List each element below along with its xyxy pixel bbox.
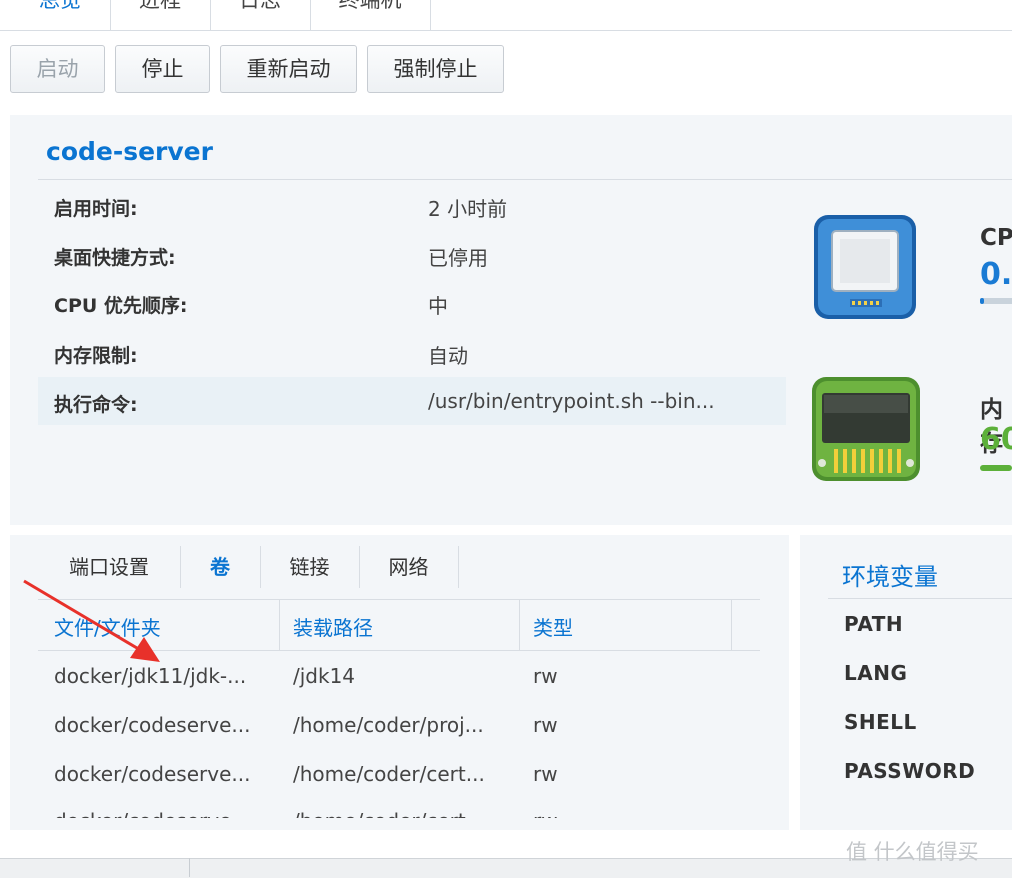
tab-network[interactable]: 网络 bbox=[359, 546, 459, 588]
cpu-value: 0. bbox=[980, 257, 1012, 292]
detail-value-command: /usr/bin/entrypoint.sh --bin... bbox=[428, 389, 715, 413]
env-var-lang[interactable]: LANG bbox=[844, 661, 907, 685]
tab-processes[interactable]: 进程 bbox=[110, 0, 211, 30]
tab-terminal[interactable]: 终端机 bbox=[310, 0, 431, 30]
memory-usage-bar bbox=[980, 465, 1012, 471]
table-cell-mount-path[interactable]: /home/coder/cert... bbox=[293, 762, 485, 786]
stop-button[interactable]: 停止 bbox=[115, 45, 210, 93]
divider bbox=[828, 598, 1012, 599]
force-stop-button[interactable]: 强制停止 bbox=[367, 45, 504, 93]
detail-value-shortcut: 已停用 bbox=[428, 246, 488, 270]
tab-overview[interactable]: 总览 bbox=[10, 0, 111, 30]
table-cell-type[interactable]: rw bbox=[533, 762, 558, 786]
table-cell-file[interactable]: docker/codeserve... bbox=[54, 713, 250, 737]
env-var-shell[interactable]: SHELL bbox=[844, 710, 917, 734]
env-var-path[interactable]: PATH bbox=[844, 612, 903, 636]
table-cell-mount-path[interactable]: /home/coder/cert... bbox=[293, 809, 485, 818]
table-cell-file[interactable]: docker/codeserve... bbox=[54, 762, 250, 786]
table-cell-type[interactable]: rw bbox=[533, 809, 558, 818]
column-divider bbox=[279, 600, 280, 650]
table-cell-file[interactable]: docker/codeserve... bbox=[54, 809, 250, 818]
divider bbox=[189, 858, 190, 877]
detail-label-cpu-priority: CPU 优先顺序: bbox=[54, 295, 188, 317]
annotation-arrow bbox=[23, 579, 160, 662]
memory-icon bbox=[812, 377, 920, 481]
cpu-usage-bar bbox=[980, 298, 1012, 304]
column-divider bbox=[519, 600, 520, 650]
cpu-icon bbox=[814, 215, 916, 319]
container-name: code-server bbox=[46, 137, 213, 166]
cpu-label: CP bbox=[980, 225, 1012, 251]
volume-table-body: docker/jdk11/jdk-... /jdk14 rw docker/co… bbox=[38, 652, 760, 818]
column-divider bbox=[731, 600, 732, 650]
detail-label-uptime: 启用时间: bbox=[54, 198, 138, 220]
column-header-mount-path[interactable]: 装载路径 bbox=[293, 612, 373, 641]
watermark-logo: 值 什么值得买 bbox=[846, 840, 979, 864]
memory-value: 60 bbox=[980, 422, 1012, 457]
tab-links[interactable]: 链接 bbox=[260, 546, 360, 588]
table-cell-type[interactable]: rw bbox=[533, 664, 558, 688]
table-cell-type[interactable]: rw bbox=[533, 713, 558, 737]
detail-label-shortcut: 桌面快捷方式: bbox=[54, 247, 176, 269]
restart-button[interactable]: 重新启动 bbox=[220, 45, 357, 93]
table-cell-mount-path[interactable]: /jdk14 bbox=[293, 664, 355, 688]
start-button[interactable]: 启动 bbox=[10, 45, 105, 93]
detail-value-uptime: 2 小时前 bbox=[428, 197, 508, 221]
detail-value-mem-limit: 自动 bbox=[428, 344, 468, 368]
tab-logs[interactable]: 日志 bbox=[210, 0, 311, 30]
env-title: 环境变量 bbox=[842, 563, 938, 591]
detail-label-mem-limit: 内存限制: bbox=[54, 345, 138, 367]
env-var-password[interactable]: PASSWORD bbox=[844, 759, 975, 783]
divider bbox=[38, 179, 1012, 180]
column-header-type[interactable]: 类型 bbox=[533, 612, 573, 641]
detail-label-command: 执行命令: bbox=[54, 394, 138, 416]
top-tab-bar: 总览 进程 日志 终端机 bbox=[0, 0, 1012, 31]
cpu-usage-fill bbox=[980, 298, 984, 304]
tab-volumes[interactable]: 卷 bbox=[180, 546, 261, 588]
table-cell-mount-path[interactable]: /home/coder/proj... bbox=[293, 713, 484, 737]
detail-value-cpu-priority: 中 bbox=[428, 294, 448, 318]
